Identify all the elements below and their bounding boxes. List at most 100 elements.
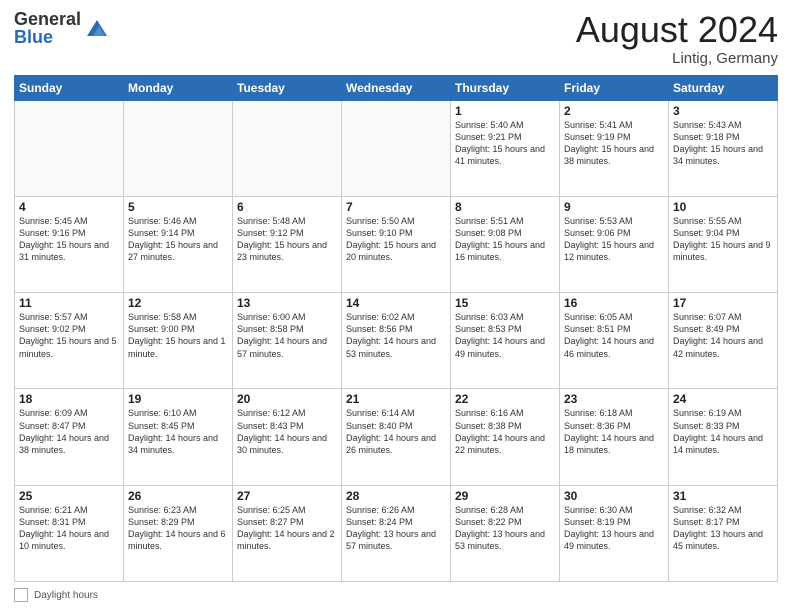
day-number: 5: [128, 200, 228, 214]
day-cell: 20Sunrise: 6:12 AM Sunset: 8:43 PM Dayli…: [233, 389, 342, 485]
day-info: Sunrise: 6:32 AM Sunset: 8:17 PM Dayligh…: [673, 504, 773, 553]
day-number: 16: [564, 296, 664, 310]
day-info: Sunrise: 5:43 AM Sunset: 9:18 PM Dayligh…: [673, 119, 773, 168]
day-info: Sunrise: 5:40 AM Sunset: 9:21 PM Dayligh…: [455, 119, 555, 168]
day-cell: 14Sunrise: 6:02 AM Sunset: 8:56 PM Dayli…: [342, 293, 451, 389]
header: General Blue August 2024 Lintig, Germany: [14, 10, 778, 67]
day-number: 27: [237, 489, 337, 503]
day-info: Sunrise: 5:50 AM Sunset: 9:10 PM Dayligh…: [346, 215, 446, 264]
day-info: Sunrise: 6:03 AM Sunset: 8:53 PM Dayligh…: [455, 311, 555, 360]
day-cell: 6Sunrise: 5:48 AM Sunset: 9:12 PM Daylig…: [233, 196, 342, 292]
day-info: Sunrise: 6:00 AM Sunset: 8:58 PM Dayligh…: [237, 311, 337, 360]
day-info: Sunrise: 6:16 AM Sunset: 8:38 PM Dayligh…: [455, 407, 555, 456]
day-cell: 4Sunrise: 5:45 AM Sunset: 9:16 PM Daylig…: [15, 196, 124, 292]
footer-label: Daylight hours: [34, 590, 98, 601]
day-cell: 1Sunrise: 5:40 AM Sunset: 9:21 PM Daylig…: [451, 100, 560, 196]
day-number: 10: [673, 200, 773, 214]
col-header-wednesday: Wednesday: [342, 75, 451, 100]
day-number: 1: [455, 104, 555, 118]
day-info: Sunrise: 6:18 AM Sunset: 8:36 PM Dayligh…: [564, 407, 664, 456]
day-cell: 15Sunrise: 6:03 AM Sunset: 8:53 PM Dayli…: [451, 293, 560, 389]
day-cell: 11Sunrise: 5:57 AM Sunset: 9:02 PM Dayli…: [15, 293, 124, 389]
day-cell: 17Sunrise: 6:07 AM Sunset: 8:49 PM Dayli…: [669, 293, 778, 389]
col-header-sunday: Sunday: [15, 75, 124, 100]
day-cell: [15, 100, 124, 196]
day-cell: 12Sunrise: 5:58 AM Sunset: 9:00 PM Dayli…: [124, 293, 233, 389]
day-info: Sunrise: 6:28 AM Sunset: 8:22 PM Dayligh…: [455, 504, 555, 553]
day-number: 7: [346, 200, 446, 214]
day-number: 18: [19, 392, 119, 406]
page: General Blue August 2024 Lintig, Germany…: [0, 0, 792, 612]
day-cell: 27Sunrise: 6:25 AM Sunset: 8:27 PM Dayli…: [233, 485, 342, 581]
day-cell: [124, 100, 233, 196]
calendar-table: SundayMondayTuesdayWednesdayThursdayFrid…: [14, 75, 778, 582]
day-cell: 24Sunrise: 6:19 AM Sunset: 8:33 PM Dayli…: [669, 389, 778, 485]
day-info: Sunrise: 6:25 AM Sunset: 8:27 PM Dayligh…: [237, 504, 337, 553]
day-cell: 31Sunrise: 6:32 AM Sunset: 8:17 PM Dayli…: [669, 485, 778, 581]
col-header-tuesday: Tuesday: [233, 75, 342, 100]
day-cell: 21Sunrise: 6:14 AM Sunset: 8:40 PM Dayli…: [342, 389, 451, 485]
day-info: Sunrise: 6:21 AM Sunset: 8:31 PM Dayligh…: [19, 504, 119, 553]
day-number: 6: [237, 200, 337, 214]
day-number: 30: [564, 489, 664, 503]
day-info: Sunrise: 6:12 AM Sunset: 8:43 PM Dayligh…: [237, 407, 337, 456]
logo: General Blue: [14, 10, 109, 46]
week-row-3: 11Sunrise: 5:57 AM Sunset: 9:02 PM Dayli…: [15, 293, 778, 389]
day-cell: 10Sunrise: 5:55 AM Sunset: 9:04 PM Dayli…: [669, 196, 778, 292]
day-cell: [233, 100, 342, 196]
day-cell: 9Sunrise: 5:53 AM Sunset: 9:06 PM Daylig…: [560, 196, 669, 292]
header-row: SundayMondayTuesdayWednesdayThursdayFrid…: [15, 75, 778, 100]
week-row-4: 18Sunrise: 6:09 AM Sunset: 8:47 PM Dayli…: [15, 389, 778, 485]
day-cell: 26Sunrise: 6:23 AM Sunset: 8:29 PM Dayli…: [124, 485, 233, 581]
day-cell: 22Sunrise: 6:16 AM Sunset: 8:38 PM Dayli…: [451, 389, 560, 485]
day-number: 28: [346, 489, 446, 503]
logo-text: General Blue: [14, 10, 81, 46]
logo-general: General: [14, 10, 81, 28]
col-header-monday: Monday: [124, 75, 233, 100]
week-row-5: 25Sunrise: 6:21 AM Sunset: 8:31 PM Dayli…: [15, 485, 778, 581]
day-number: 19: [128, 392, 228, 406]
col-header-saturday: Saturday: [669, 75, 778, 100]
day-number: 15: [455, 296, 555, 310]
day-info: Sunrise: 6:07 AM Sunset: 8:49 PM Dayligh…: [673, 311, 773, 360]
day-number: 26: [128, 489, 228, 503]
day-number: 4: [19, 200, 119, 214]
day-info: Sunrise: 5:41 AM Sunset: 9:19 PM Dayligh…: [564, 119, 664, 168]
day-cell: 23Sunrise: 6:18 AM Sunset: 8:36 PM Dayli…: [560, 389, 669, 485]
day-cell: 3Sunrise: 5:43 AM Sunset: 9:18 PM Daylig…: [669, 100, 778, 196]
day-info: Sunrise: 5:48 AM Sunset: 9:12 PM Dayligh…: [237, 215, 337, 264]
day-cell: [342, 100, 451, 196]
day-cell: 2Sunrise: 5:41 AM Sunset: 9:19 PM Daylig…: [560, 100, 669, 196]
day-info: Sunrise: 5:57 AM Sunset: 9:02 PM Dayligh…: [19, 311, 119, 360]
day-number: 8: [455, 200, 555, 214]
day-number: 20: [237, 392, 337, 406]
day-number: 9: [564, 200, 664, 214]
day-info: Sunrise: 6:30 AM Sunset: 8:19 PM Dayligh…: [564, 504, 664, 553]
day-info: Sunrise: 5:51 AM Sunset: 9:08 PM Dayligh…: [455, 215, 555, 264]
col-header-thursday: Thursday: [451, 75, 560, 100]
day-number: 2: [564, 104, 664, 118]
day-cell: 29Sunrise: 6:28 AM Sunset: 8:22 PM Dayli…: [451, 485, 560, 581]
day-number: 14: [346, 296, 446, 310]
day-info: Sunrise: 6:14 AM Sunset: 8:40 PM Dayligh…: [346, 407, 446, 456]
day-info: Sunrise: 6:09 AM Sunset: 8:47 PM Dayligh…: [19, 407, 119, 456]
day-number: 22: [455, 392, 555, 406]
day-number: 13: [237, 296, 337, 310]
day-cell: 30Sunrise: 6:30 AM Sunset: 8:19 PM Dayli…: [560, 485, 669, 581]
day-info: Sunrise: 6:23 AM Sunset: 8:29 PM Dayligh…: [128, 504, 228, 553]
day-info: Sunrise: 5:58 AM Sunset: 9:00 PM Dayligh…: [128, 311, 228, 360]
day-info: Sunrise: 6:02 AM Sunset: 8:56 PM Dayligh…: [346, 311, 446, 360]
day-cell: 5Sunrise: 5:46 AM Sunset: 9:14 PM Daylig…: [124, 196, 233, 292]
day-info: Sunrise: 6:26 AM Sunset: 8:24 PM Dayligh…: [346, 504, 446, 553]
day-cell: 18Sunrise: 6:09 AM Sunset: 8:47 PM Dayli…: [15, 389, 124, 485]
logo-blue: Blue: [14, 28, 81, 46]
day-number: 23: [564, 392, 664, 406]
day-cell: 25Sunrise: 6:21 AM Sunset: 8:31 PM Dayli…: [15, 485, 124, 581]
day-cell: 13Sunrise: 6:00 AM Sunset: 8:58 PM Dayli…: [233, 293, 342, 389]
location: Lintig, Germany: [576, 50, 778, 67]
day-number: 31: [673, 489, 773, 503]
week-row-1: 1Sunrise: 5:40 AM Sunset: 9:21 PM Daylig…: [15, 100, 778, 196]
month-title: August 2024: [576, 10, 778, 50]
day-info: Sunrise: 5:46 AM Sunset: 9:14 PM Dayligh…: [128, 215, 228, 264]
day-cell: 16Sunrise: 6:05 AM Sunset: 8:51 PM Dayli…: [560, 293, 669, 389]
